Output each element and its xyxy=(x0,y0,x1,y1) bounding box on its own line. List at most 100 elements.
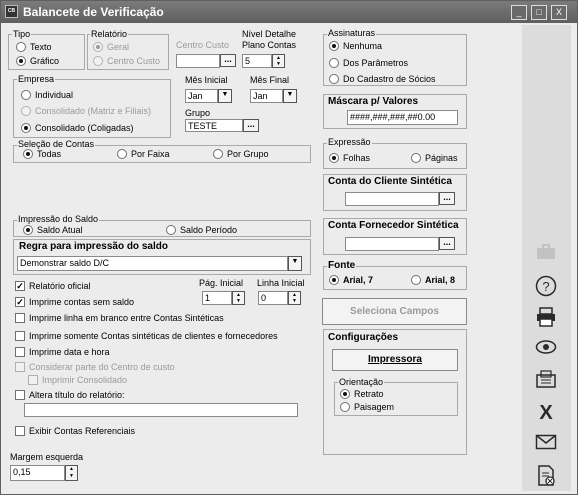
fonte-arial8-radio[interactable]: Arial, 8 xyxy=(411,275,455,285)
regra-select[interactable]: Demonstrar saldo D/C xyxy=(17,256,288,271)
mascara-label: Máscara p/ Valores xyxy=(328,96,419,107)
relatorio-geral-radio[interactable]: Geral xyxy=(93,42,129,52)
conta-fornecedor-label: Conta Fornecedor Sintética xyxy=(328,220,459,231)
window-title: Balancete de Verificação xyxy=(23,5,164,19)
tipo-label: Tipo xyxy=(12,29,32,39)
help-icon[interactable]: ? xyxy=(534,275,558,297)
saldo-periodo-label: Saldo Período xyxy=(180,225,238,235)
orientacao-retrato-radio[interactable]: Retrato xyxy=(340,389,384,399)
tipo-texto-radio[interactable]: Texto xyxy=(16,42,52,52)
nivel-detalhe-label: Nível Detalhe xyxy=(242,29,297,39)
fax-icon[interactable] xyxy=(534,370,558,392)
linha-branco-checkbox[interactable]: Imprime linha em branco entre Contas Sin… xyxy=(15,313,224,323)
centro-custo-label: Centro Custo xyxy=(176,40,230,50)
minimize-button[interactable]: _ xyxy=(511,5,527,20)
orientacao-paisagem-label: Paisagem xyxy=(354,402,395,412)
empresa-consolidado-coligadas-label: Consolidado (Coligadas) xyxy=(35,123,134,133)
assinatura-parametros-label: Dos Parâmetros xyxy=(343,58,409,68)
selecao-todas-radio[interactable]: Todas xyxy=(23,149,61,159)
centro-custo-lookup-button[interactable]: ... xyxy=(220,54,236,67)
centro-custo-parte-label: Considerar parte do Centro de custo xyxy=(29,362,175,372)
email-icon[interactable] xyxy=(534,434,558,456)
grupo-label: Grupo xyxy=(185,108,211,118)
impressora-button[interactable]: Impressora xyxy=(332,349,458,371)
expressao-paginas-radio[interactable]: Páginas xyxy=(411,153,458,163)
centro-custo-parte-checkbox[interactable]: Considerar parte do Centro de custo xyxy=(15,362,175,372)
mes-final-select[interactable]: Jan xyxy=(250,89,283,103)
imprimir-consolidado-checkbox[interactable]: Imprimir Consolidado xyxy=(28,375,127,385)
checkmark-icon: ✓ xyxy=(15,297,25,307)
chevron-down-icon[interactable]: ▼ xyxy=(218,89,232,103)
contas-sem-saldo-label: Imprime contas sem saldo xyxy=(29,297,135,307)
assinatura-socios-radio[interactable]: Do Cadastro de Sócios xyxy=(329,74,436,84)
svg-text:?: ? xyxy=(542,279,549,294)
orientacao-paisagem-radio[interactable]: Paisagem xyxy=(340,402,394,412)
plano-contas-label: Plano Contas xyxy=(242,40,297,50)
preview-icon[interactable] xyxy=(534,339,558,361)
tipo-grafico-radio[interactable]: Gráfico xyxy=(16,56,59,66)
conta-fornecedor-lookup-button[interactable]: ... xyxy=(439,237,455,250)
selecao-faixa-radio[interactable]: Por Faixa xyxy=(117,149,170,159)
assinatura-nenhuma-radio[interactable]: Nenhuma xyxy=(329,41,382,51)
close-icon[interactable]: X xyxy=(534,402,558,424)
grupo-input[interactable]: TESTE xyxy=(185,119,243,132)
conta-cliente-input[interactable] xyxy=(345,192,439,206)
empresa-individual-radio[interactable]: Individual xyxy=(21,90,73,100)
expressao-paginas-label: Páginas xyxy=(425,153,458,163)
linha-inicial-input[interactable]: 0 xyxy=(258,291,288,305)
selecao-faixa-label: Por Faixa xyxy=(131,149,170,159)
export-icon[interactable] xyxy=(534,465,558,487)
conta-cliente-label: Conta do Cliente Sintética xyxy=(328,176,452,187)
saldo-periodo-radio[interactable]: Saldo Período xyxy=(166,225,237,235)
conta-cliente-lookup-button[interactable]: ... xyxy=(439,192,455,205)
margem-esquerda-spinner[interactable]: ▲ ▼ xyxy=(65,465,78,481)
impressao-saldo-label: Impressão do Saldo xyxy=(17,214,100,224)
contas-referenciais-checkbox[interactable]: Exibir Contas Referenciais xyxy=(15,426,135,436)
print-icon[interactable] xyxy=(534,307,558,329)
data-hora-label: Imprime data e hora xyxy=(29,347,110,357)
title-bar: CB Balancete de Verificação _ □ X xyxy=(1,1,577,23)
linha-inicial-spinner[interactable]: ▲ ▼ xyxy=(288,291,301,305)
margem-esquerda-input[interactable]: 0,15 xyxy=(10,465,65,481)
fonte-arial8-label: Arial, 8 xyxy=(425,275,456,285)
contas-sinteticas-checkbox[interactable]: Imprime somente Contas sintéticas de cli… xyxy=(15,331,278,341)
relatorio-oficial-checkbox[interactable]: ✓ Relatório oficial xyxy=(15,281,91,291)
pag-inicial-input[interactable]: 1 xyxy=(202,291,232,305)
fonte-label: Fonte xyxy=(327,260,357,271)
assinaturas-label: Assinaturas xyxy=(327,28,377,38)
pag-inicial-spinner[interactable]: ▲ ▼ xyxy=(232,291,245,305)
mes-inicial-label: Mês Inicial xyxy=(185,75,228,85)
assinatura-socios-label: Do Cadastro de Sócios xyxy=(343,74,436,84)
nivel-detalhe-input[interactable]: 5 xyxy=(242,54,272,68)
saldo-atual-radio[interactable]: Saldo Atual xyxy=(23,225,83,235)
mascara-input[interactable]: ####,###,###,##0.00 xyxy=(347,110,458,125)
relatorio-centro-custo-radio[interactable]: Centro Custo xyxy=(93,56,160,66)
altera-titulo-checkbox[interactable]: Altera título do relatório: xyxy=(15,390,125,400)
selecao-grupo-radio[interactable]: Por Grupo xyxy=(213,149,269,159)
expressao-folhas-radio[interactable]: Folhas xyxy=(329,153,370,163)
empresa-consolidado-matriz-radio[interactable]: Consolidado (Matriz e Filiais) xyxy=(21,106,151,116)
grupo-lookup-button[interactable]: ... xyxy=(243,119,259,132)
orientacao-label: Orientação xyxy=(338,377,385,387)
nivel-detalhe-spinner[interactable]: ▲ ▼ xyxy=(272,54,285,68)
pag-inicial-label: Pág. Inicial xyxy=(199,278,244,288)
chevron-down-icon[interactable]: ▼ xyxy=(283,89,297,103)
seleciona-campos-button[interactable]: Seleciona Campos xyxy=(322,298,467,325)
titulo-relatorio-input[interactable] xyxy=(24,403,298,417)
empresa-label: Empresa xyxy=(17,74,56,84)
data-hora-checkbox[interactable]: Imprime data e hora xyxy=(15,347,110,357)
maximize-button[interactable]: □ xyxy=(531,5,547,20)
report-window: CB Balancete de Verificação _ □ X Tipo T… xyxy=(0,0,578,495)
chevron-down-icon[interactable]: ▼ xyxy=(288,256,302,271)
altera-titulo-label: Altera título do relatório: xyxy=(29,390,125,400)
conta-fornecedor-input[interactable] xyxy=(345,237,439,251)
close-window-button[interactable]: X xyxy=(551,5,567,20)
empresa-consolidado-coligadas-radio[interactable]: Consolidado (Coligadas) xyxy=(21,123,134,133)
assinatura-parametros-radio[interactable]: Dos Parâmetros xyxy=(329,58,408,68)
mes-inicial-select[interactable]: Jan xyxy=(185,89,218,103)
fonte-arial7-radio[interactable]: Arial, 7 xyxy=(329,275,373,285)
imprimir-consolidado-label: Imprimir Consolidado xyxy=(42,375,128,385)
relatorio-centro-custo-label: Centro Custo xyxy=(107,56,161,66)
centro-custo-input[interactable] xyxy=(176,54,220,68)
contas-sem-saldo-checkbox[interactable]: ✓ Imprime contas sem saldo xyxy=(15,297,134,307)
